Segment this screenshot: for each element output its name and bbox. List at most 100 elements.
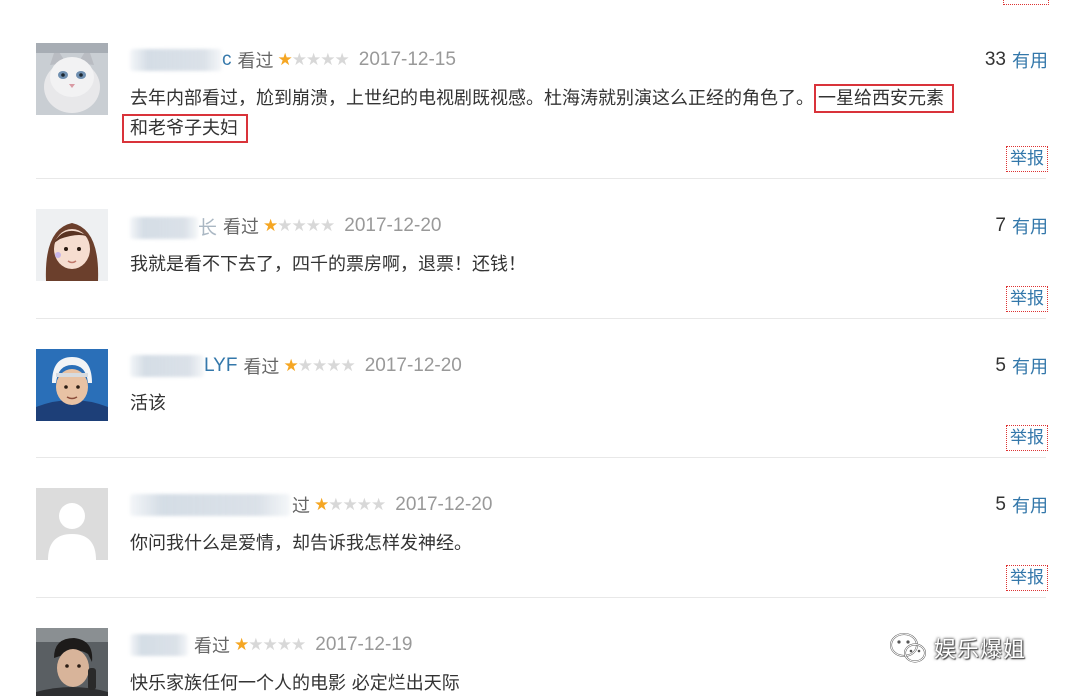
hockey-player-avatar-image (36, 349, 108, 421)
star-filled-icon: ★ (277, 50, 293, 70)
comment-meta: 看过 ★ ★ ★ ★ ★ 2017-12-19 (130, 632, 412, 658)
vote-number: 5 (995, 494, 1006, 515)
comment-date: 2017-12-15 (358, 49, 456, 70)
star-empty-icon: ★ (320, 50, 335, 70)
star-empty-icon: ★ (342, 495, 358, 515)
divider (36, 597, 1046, 598)
star-empty-icon: ★ (291, 216, 307, 236)
username-link[interactable]: LYF (130, 354, 238, 377)
divider (36, 457, 1046, 458)
star-empty-icon: ★ (262, 635, 278, 655)
star-empty-icon: ★ (326, 356, 341, 376)
vote-count: 5 有用 (995, 492, 1048, 518)
comment-date: 2017-12-20 (364, 355, 462, 376)
divider (36, 178, 1046, 179)
report-button[interactable]: 举报 (1006, 425, 1048, 451)
cat-avatar-image (36, 43, 108, 115)
blurred-username (130, 493, 290, 516)
comment-date: 2017-12-19 (315, 634, 413, 655)
rating-stars: ★ ★ ★ ★ ★ (277, 50, 350, 70)
avatar[interactable] (36, 209, 108, 281)
comment-date: 2017-12-20 (395, 494, 493, 515)
wechat-icon (890, 633, 926, 663)
report-button-partial[interactable] (1003, 0, 1049, 5)
rating-stars: ★ ★ ★ ★ ★ (263, 216, 335, 236)
comment-list-page: c 看过 ★ ★ ★ ★ ★ 2017-12-15 33 有用 去年内部看过，尬到崩溃，… (0, 0, 1082, 696)
default-avatar-icon (36, 488, 108, 560)
vote-number: 7 (995, 215, 1006, 236)
username-link[interactable]: c (130, 48, 232, 71)
star-filled-icon: ★ (234, 635, 249, 655)
star-filled-icon: ★ (283, 356, 298, 376)
star-empty-icon: ★ (306, 50, 321, 70)
star-empty-icon: ★ (291, 50, 307, 70)
star-empty-icon: ★ (291, 635, 306, 655)
comment-text: 你问我什么是爱情，却告诉我怎样发神经。 (130, 533, 472, 554)
useful-button[interactable]: 有用 (1012, 47, 1048, 73)
useful-button[interactable]: 有用 (1012, 353, 1048, 379)
comment-date: 2017-12-20 (344, 215, 442, 236)
star-empty-icon: ★ (311, 356, 327, 376)
username-visible-part: c (222, 49, 232, 70)
comment-text: 去年内部看过，尬到崩溃，上世纪的电视剧既视感。杜海涛就别演这么正经的角色了。 一星… (122, 84, 1045, 144)
watched-label: 看过 (194, 636, 230, 657)
star-filled-icon: ★ (314, 495, 329, 515)
useful-button[interactable]: 有用 (1012, 492, 1048, 518)
watched-label: 看过 (243, 357, 280, 378)
watermark-text: 娱乐爆姐 (934, 638, 1027, 663)
watched-label: 看过 (237, 51, 274, 72)
star-empty-icon: ★ (356, 495, 372, 515)
star-empty-icon: ★ (248, 635, 263, 655)
blurred-username (130, 48, 222, 71)
username-link[interactable]: 长 (130, 213, 217, 240)
report-button[interactable]: 举报 (1006, 146, 1048, 172)
girl-avatar-image (36, 209, 108, 281)
star-empty-icon: ★ (328, 495, 343, 515)
star-empty-icon: ★ (340, 356, 355, 376)
comment-text-plain: 去年内部看过，尬到崩溃，上世纪的电视剧既视感。杜海涛就别演这么正经的角色了。 (130, 88, 814, 109)
divider (36, 318, 1046, 319)
report-button[interactable]: 举报 (1006, 565, 1048, 591)
avatar[interactable] (36, 43, 108, 115)
star-empty-icon: ★ (305, 216, 321, 236)
comment-meta: 长 看过 ★ ★ ★ ★ ★ 2017-12-20 (130, 213, 442, 240)
avatar[interactable] (36, 628, 108, 696)
watched-label: 过 (292, 496, 310, 517)
vote-number: 5 (995, 355, 1006, 376)
comment-text: 我就是看不下去了，四千的票房啊，退票！还钱！ (130, 254, 526, 275)
watermark: 娱乐爆姐 (888, 628, 1026, 668)
blurred-username (130, 354, 204, 377)
man-avatar-image (36, 628, 108, 696)
star-empty-icon: ★ (277, 216, 292, 236)
star-empty-icon: ★ (276, 635, 292, 655)
comment-text: 活该 (130, 393, 166, 414)
username-link[interactable] (130, 493, 290, 516)
star-empty-icon: ★ (334, 50, 350, 70)
username-visible-part: LYF (204, 355, 238, 376)
star-empty-icon: ★ (320, 216, 335, 236)
comment-meta: LYF 看过 ★ ★ ★ ★ ★ 2017-12-20 (130, 353, 462, 379)
rating-stars: ★ ★ ★ ★ ★ (314, 495, 386, 515)
avatar[interactable] (36, 488, 108, 560)
useful-button[interactable]: 有用 (1012, 213, 1048, 239)
star-empty-icon: ★ (371, 495, 386, 515)
blurred-username (130, 217, 198, 240)
vote-count: 33 有用 (985, 47, 1048, 73)
comment-meta: c 看过 ★ ★ ★ ★ ★ 2017-12-15 (130, 47, 456, 73)
blurred-username (130, 633, 188, 656)
report-button[interactable]: 举报 (1006, 286, 1048, 312)
vote-number: 33 (984, 49, 1006, 70)
vote-count: 7 有用 (995, 213, 1048, 239)
username-link[interactable] (130, 633, 188, 656)
watched-label: 看过 (223, 217, 260, 238)
comment-meta: 过 ★ ★ ★ ★ ★ 2017-12-20 (130, 492, 492, 518)
avatar[interactable] (36, 349, 108, 421)
star-filled-icon: ★ (263, 216, 278, 236)
rating-stars: ★ ★ ★ ★ ★ (234, 635, 306, 655)
vote-count: 5 有用 (995, 353, 1048, 379)
highlighted-text-part-1: 一星给西安元素 (814, 84, 954, 113)
username-visible-part: 长 (198, 217, 218, 239)
rating-stars: ★ ★ ★ ★ ★ (283, 356, 355, 376)
star-empty-icon: ★ (297, 356, 313, 376)
comment-text: 快乐家族任何一个人的电影 必定烂出天际 (130, 673, 460, 694)
